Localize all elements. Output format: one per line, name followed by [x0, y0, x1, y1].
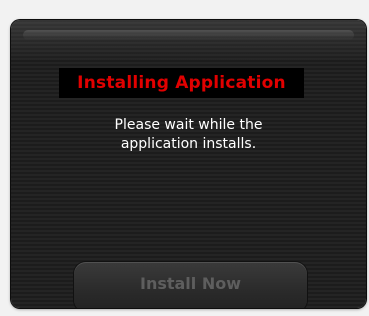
install-dialog: Installing Application Please wait while…: [11, 20, 366, 308]
page-frame: Installing Application Please wait while…: [0, 0, 369, 316]
dialog-title-bar: Installing Application: [59, 68, 304, 98]
dialog-message: Please wait while the application instal…: [11, 116, 366, 154]
install-now-button[interactable]: Install Now: [74, 262, 307, 308]
dialog-title: Installing Application: [77, 73, 286, 93]
dialog-message-line: application installs.: [120, 136, 257, 152]
dialog-top-highlight: [23, 30, 354, 40]
install-now-label: Install Now: [139, 274, 241, 293]
dialog-message-line: Please wait while the: [114, 117, 263, 133]
